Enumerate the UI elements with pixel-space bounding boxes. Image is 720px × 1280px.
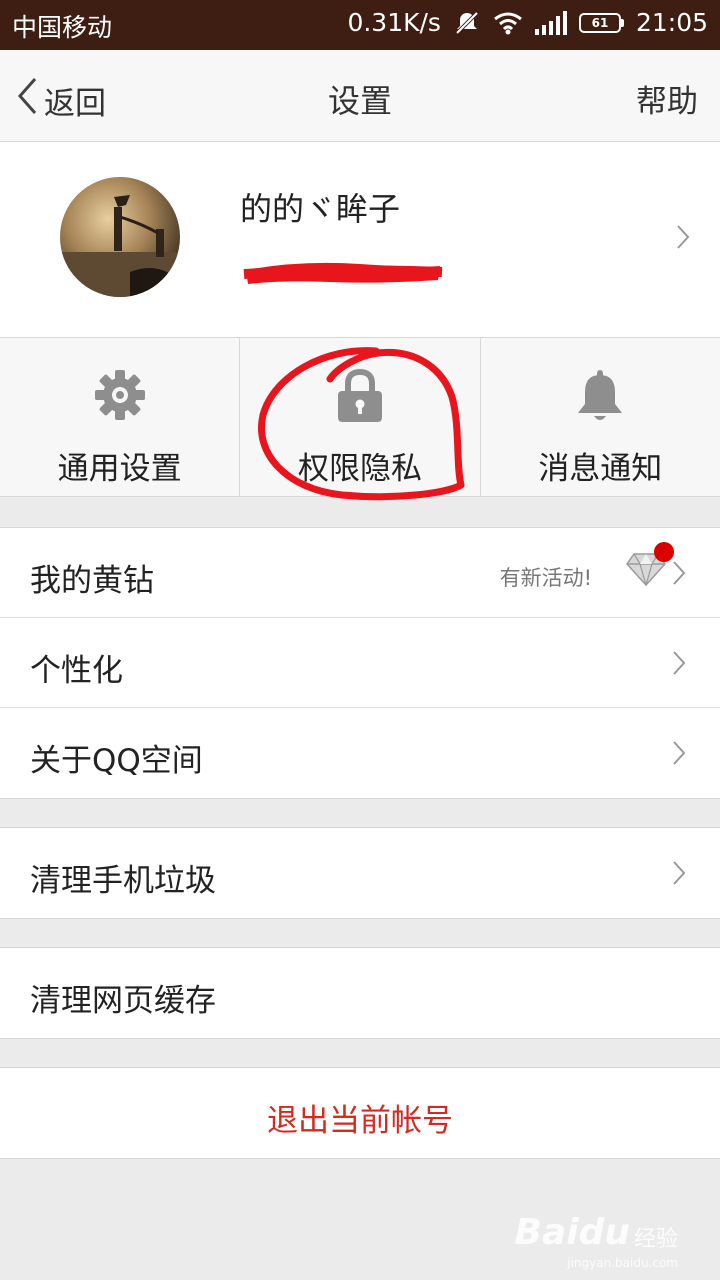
menu-group-main: 我的黄钻 有新活动! 个性化 关于QQ空间 [0, 527, 720, 799]
menu-group-clean-cache: 清理网页缓存 [0, 947, 720, 1039]
chevron-right-icon [672, 740, 686, 770]
yellow-diamond-label: 我的黄钻 [30, 563, 154, 599]
lock-icon [335, 368, 385, 428]
quick-actions: 通用设置 权限隐私 消息通知 [0, 337, 720, 497]
profile-card[interactable]: 的的ヾ眸子 [0, 142, 720, 337]
carrier-name: 中国移动 [12, 13, 113, 42]
avatar [60, 177, 180, 297]
chevron-right-icon [672, 860, 686, 890]
logout-group: 退出当前帐号 [0, 1067, 720, 1159]
watermark-brand: Baidu [514, 1212, 630, 1253]
about-label: 关于QQ空间 [30, 743, 203, 779]
menu-group-clean-junk: 清理手机垃圾 [0, 827, 720, 919]
bell-icon [575, 368, 625, 428]
general-settings-label: 通用设置 [57, 451, 182, 487]
clean-junk-item[interactable]: 清理手机垃圾 [0, 828, 720, 918]
watermark-sub: 经验 [633, 1227, 678, 1252]
chevron-left-icon [16, 76, 38, 124]
status-right: 0.31K/s 61 21:05 [347, 8, 708, 37]
clean-cache-label: 清理网页缓存 [30, 983, 216, 1019]
clean-junk-label: 清理手机垃圾 [30, 863, 216, 899]
chevron-right-icon [676, 224, 690, 254]
logout-label: 退出当前帐号 [267, 1103, 453, 1139]
battery-level: 61 [578, 12, 621, 33]
personalize-label: 个性化 [30, 653, 123, 689]
watermark-url: jingyan.baidu.com [567, 1256, 678, 1270]
mute-icon [453, 9, 481, 37]
privacy-permissions-button[interactable]: 权限隐私 [240, 338, 481, 496]
privacy-permissions-label: 权限隐私 [297, 451, 422, 487]
status-bar: 中国移动 0.31K/s 61 21:05 [0, 0, 720, 50]
wifi-icon [493, 11, 523, 35]
baidu-watermark: Baidu 经验 jingyan.baidu.com [514, 1212, 679, 1270]
nav-bar: 返回 设置 帮助 [0, 50, 720, 142]
chevron-right-icon [672, 560, 686, 590]
battery-icon: 61 [578, 12, 624, 33]
yellow-diamond-item[interactable]: 我的黄钻 有新活动! [0, 528, 720, 618]
notifications-label: 消息通知 [538, 451, 663, 487]
new-activity-badge [654, 542, 674, 562]
back-label: 返回 [44, 85, 106, 122]
redacted-account-number [240, 254, 445, 294]
network-speed: 0.31K/s [347, 8, 441, 37]
profile-nickname: 的的ヾ眸子 [240, 190, 401, 228]
general-settings-button[interactable]: 通用设置 [0, 338, 241, 496]
help-button[interactable]: 帮助 [636, 76, 698, 121]
chevron-right-icon [672, 650, 686, 680]
gear-icon [93, 368, 147, 426]
page-title: 设置 [327, 82, 392, 120]
signal-icon [534, 10, 567, 35]
clock: 21:05 [635, 8, 708, 37]
logout-button[interactable]: 退出当前帐号 [0, 1068, 720, 1158]
about-item[interactable]: 关于QQ空间 [0, 708, 720, 798]
promo-text: 有新活动! [499, 566, 592, 590]
notifications-button[interactable]: 消息通知 [481, 338, 720, 496]
clean-cache-item[interactable]: 清理网页缓存 [0, 948, 720, 1038]
personalize-item[interactable]: 个性化 [0, 618, 720, 708]
back-button[interactable]: 返回 [16, 76, 106, 124]
